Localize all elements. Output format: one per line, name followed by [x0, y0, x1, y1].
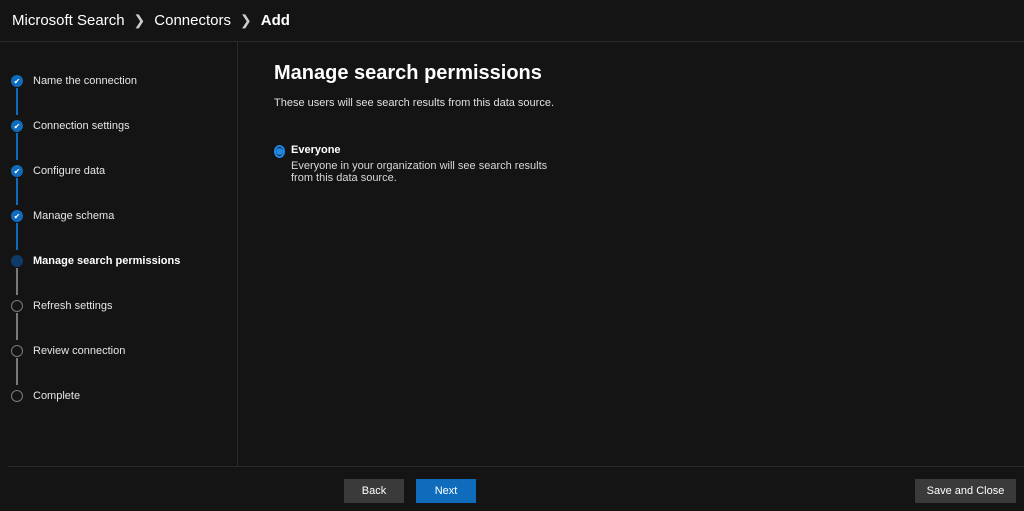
step-item: Complete	[11, 390, 80, 402]
chevron-right-icon: ❯	[133, 12, 146, 28]
footer	[8, 466, 1024, 511]
breadcrumb-microsoft-search[interactable]: Microsoft Search	[12, 12, 125, 29]
checkmark-icon: ✔	[11, 210, 23, 222]
page-subtitle: These users will see search results from…	[274, 97, 555, 109]
step-connector	[16, 133, 18, 160]
radio-description: Everyone in your organization will see s…	[291, 160, 548, 184]
step-label: Complete	[33, 390, 81, 402]
step-circle-icon	[11, 300, 23, 312]
step-label: Manage search permissions	[33, 255, 181, 267]
step-item: ✔ Manage schema	[11, 210, 114, 222]
checkmark-icon: ✔	[11, 165, 23, 177]
step-label: Manage schema	[33, 210, 115, 222]
step-connector	[16, 268, 18, 295]
back-button[interactable]: Back	[344, 479, 404, 503]
breadcrumb: Microsoft Search ❯ Connectors ❯ Add	[0, 0, 1024, 42]
step-connector	[16, 358, 18, 385]
step-item: ✔ Connection settings	[11, 120, 130, 132]
save-and-close-button[interactable]: Save and Close	[915, 479, 1016, 503]
step-circle-icon	[11, 390, 23, 402]
step-label: Name the connection	[33, 75, 137, 87]
step-circle-icon	[11, 345, 23, 357]
breadcrumb-connectors[interactable]: Connectors	[154, 12, 231, 29]
step-connector	[16, 313, 18, 340]
step-item: ✔ Name the connection	[11, 75, 137, 87]
step-connector	[16, 88, 18, 115]
step-label: Review connection	[33, 345, 126, 357]
radio-label: Everyone	[291, 144, 341, 156]
checkmark-icon: ✔	[11, 120, 23, 132]
breadcrumb-add: Add	[260, 12, 290, 29]
step-connector	[16, 178, 18, 205]
chevron-right-icon: ❯	[240, 12, 252, 28]
step-connector	[16, 223, 18, 250]
checkmark-icon: ✔	[11, 75, 23, 87]
step-item: ✔ Configure data	[11, 165, 105, 177]
next-button[interactable]: Next	[416, 479, 476, 503]
step-item: Refresh settings	[11, 300, 112, 312]
step-label: Configure data	[33, 165, 106, 177]
page-title: Manage search permissions	[274, 62, 542, 84]
step-circle-icon	[11, 255, 23, 267]
step-label: Connection settings	[33, 120, 130, 132]
radio-selected-icon[interactable]	[274, 145, 285, 158]
main-content: Manage search permissions These users wi…	[274, 62, 555, 184]
step-item: Manage search permissions	[11, 255, 180, 267]
step-label: Refresh settings	[33, 300, 113, 312]
wizard-steps: ✔ Name the connection ✔ Connection settings…	[0, 42, 238, 466]
step-item: Review connection	[11, 345, 125, 357]
radio-everyone[interactable]: Everyone Everyone in your organization w…	[274, 144, 554, 184]
